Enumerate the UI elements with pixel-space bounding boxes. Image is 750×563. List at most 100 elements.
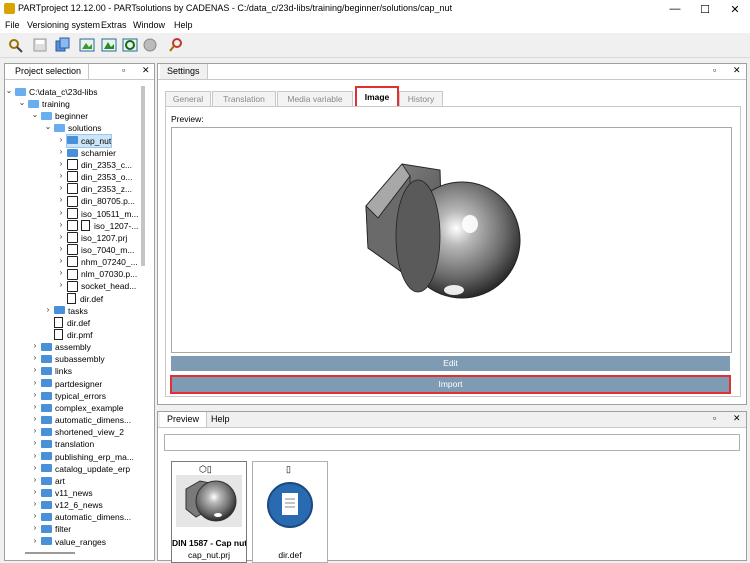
- tree-expander-icon[interactable]: ›: [31, 353, 39, 365]
- tree-item[interactable]: tasks: [54, 305, 88, 317]
- tree-item[interactable]: dir.def: [67, 292, 103, 305]
- tree-expander-icon[interactable]: ›: [57, 195, 65, 207]
- tab-history[interactable]: History: [399, 91, 443, 107]
- gear-icon[interactable]: [121, 36, 139, 54]
- tree-item[interactable]: din_2353_z...: [67, 183, 132, 195]
- tree-item[interactable]: nhm_07240_...: [67, 256, 138, 268]
- tree-item[interactable]: iso_10511_m...: [67, 207, 139, 220]
- tree-item[interactable]: links: [41, 365, 72, 377]
- preview-item-cap-nut[interactable]: ⬡▯ DIN 1587 - Cap nut cap_nut.prj: [171, 461, 247, 563]
- tree-expander-icon[interactable]: ›: [31, 341, 39, 353]
- tree-expander-icon[interactable]: ›: [31, 475, 39, 487]
- tree-item[interactable]: din_2353_c...: [67, 159, 132, 171]
- tree-item[interactable]: shortened_view_2: [41, 426, 124, 438]
- tree-item[interactable]: v11_news: [41, 487, 93, 499]
- menu-file[interactable]: File: [5, 20, 20, 30]
- tree-item[interactable]: typical_errors: [41, 390, 106, 402]
- tree-expander-icon[interactable]: ⌄: [44, 122, 52, 134]
- tree-expander-icon[interactable]: ›: [31, 414, 39, 426]
- tree-item[interactable]: assembly: [41, 341, 91, 353]
- tree-item[interactable]: catalog_update_erp: [41, 463, 130, 475]
- tree-expander-icon[interactable]: ›: [44, 305, 52, 317]
- menu-versioning-system[interactable]: Versioning system: [27, 20, 100, 30]
- tree-expander-icon[interactable]: ⌄: [18, 98, 26, 110]
- tree-item[interactable]: v12_6_news: [41, 499, 103, 511]
- tree-scrollbar[interactable]: [141, 86, 145, 266]
- new-icon[interactable]: [7, 36, 25, 54]
- menu-window[interactable]: Window: [133, 20, 165, 30]
- tree-expander-icon[interactable]: ›: [31, 438, 39, 450]
- tree-expander-icon[interactable]: ›: [57, 159, 65, 171]
- tree-expander-icon[interactable]: ›: [31, 511, 39, 523]
- tree-item[interactable]: nlm_07030.p...: [67, 268, 137, 280]
- tree-item[interactable]: art: [41, 475, 65, 487]
- tab-image[interactable]: Image: [355, 86, 399, 108]
- tree-item[interactable]: socket_head...: [67, 280, 136, 292]
- tree-item[interactable]: value_ranges: [41, 536, 106, 548]
- tree-expander-icon[interactable]: ›: [31, 463, 39, 475]
- tree-expander-icon[interactable]: ›: [57, 256, 65, 268]
- tree-expander-icon[interactable]: ›: [31, 487, 39, 499]
- tree-item[interactable]: translation: [41, 438, 94, 450]
- restore-icon[interactable]: ▫: [122, 65, 125, 75]
- close-icon[interactable]: ✕: [142, 65, 150, 76]
- tree-hscrollbar[interactable]: [25, 552, 75, 554]
- tree-item[interactable]: solutions: [54, 122, 102, 134]
- tree-item[interactable]: automatic_dimens...: [41, 414, 131, 426]
- image-green2-icon[interactable]: [100, 36, 118, 54]
- close-icon[interactable]: ✕: [733, 413, 741, 424]
- tree-item[interactable]: beginner: [41, 110, 88, 122]
- menu-help[interactable]: Help: [174, 20, 193, 30]
- tree-expander-icon[interactable]: ›: [31, 390, 39, 402]
- tree-expander-icon[interactable]: ›: [31, 378, 39, 390]
- menu-extras[interactable]: Extras: [101, 20, 127, 30]
- tree-item[interactable]: publishing_erp_ma...: [41, 451, 134, 463]
- tree-item[interactable]: partdesigner: [41, 378, 102, 390]
- tab-help[interactable]: Help: [204, 412, 237, 427]
- tree-item[interactable]: dir.def: [54, 317, 90, 329]
- preview-item-dir-def[interactable]: ▯ dir.def: [252, 461, 328, 563]
- tree-expander-icon[interactable]: ›: [57, 183, 65, 195]
- restore-icon[interactable]: ▫: [713, 65, 716, 75]
- tree-item[interactable]: iso_1207.prj: [67, 232, 127, 244]
- tree-expander-icon[interactable]: ›: [31, 402, 39, 414]
- tree-expander-icon[interactable]: ›: [31, 523, 39, 535]
- minimize-button[interactable]: —: [660, 0, 690, 18]
- tree-expander-icon[interactable]: ›: [57, 171, 65, 183]
- tree-expander-icon[interactable]: ›: [57, 232, 65, 244]
- close-icon[interactable]: ✕: [733, 65, 741, 76]
- edit-button[interactable]: Edit: [171, 356, 730, 371]
- maximize-button[interactable]: ☐: [690, 0, 720, 18]
- tree-item[interactable]: C:\data_c\23d-libs: [15, 86, 98, 98]
- tree-item[interactable]: dir.pmf: [54, 329, 93, 341]
- tree-item[interactable]: din_80705.p...: [67, 195, 135, 207]
- tree-item[interactable]: din_2353_o...: [67, 171, 133, 183]
- tab-general[interactable]: General: [165, 91, 211, 107]
- close-button[interactable]: ✕: [720, 0, 750, 18]
- tree-expander-icon[interactable]: ⌄: [5, 86, 13, 98]
- tab-preview[interactable]: Preview: [160, 412, 208, 427]
- tree-expander-icon[interactable]: ›: [57, 147, 65, 159]
- tree-item[interactable]: filter: [41, 523, 71, 535]
- tree-expander-icon[interactable]: ›: [57, 244, 65, 256]
- tree-expander-icon[interactable]: ›: [31, 499, 39, 511]
- tree-item[interactable]: complex_example: [41, 402, 124, 414]
- tree-item[interactable]: training: [28, 98, 70, 110]
- tree-expander-icon[interactable]: ⌄: [31, 110, 39, 122]
- globe-icon[interactable]: [141, 36, 159, 54]
- tree-item[interactable]: iso_7040_m...: [67, 244, 134, 256]
- image-green-icon[interactable]: [78, 36, 96, 54]
- tree-expander-icon[interactable]: ›: [31, 365, 39, 377]
- tree-expander-icon[interactable]: ›: [57, 220, 65, 232]
- tab-media-variable[interactable]: Media variable: [277, 91, 353, 107]
- tree-expander-icon[interactable]: ›: [57, 280, 65, 292]
- import-button[interactable]: Import: [170, 375, 731, 394]
- tree-expander-icon[interactable]: ›: [57, 135, 65, 147]
- tab-translation[interactable]: Translation: [212, 91, 276, 107]
- tree-item[interactable]: cap_nut: [65, 133, 113, 148]
- preview-search-input[interactable]: [164, 434, 740, 451]
- tree-item[interactable]: iso_1207-...: [67, 219, 138, 232]
- tree-item[interactable]: subassembly: [41, 353, 105, 365]
- search-icon[interactable]: [167, 36, 185, 54]
- tree-item[interactable]: automatic_dimens...: [41, 511, 131, 523]
